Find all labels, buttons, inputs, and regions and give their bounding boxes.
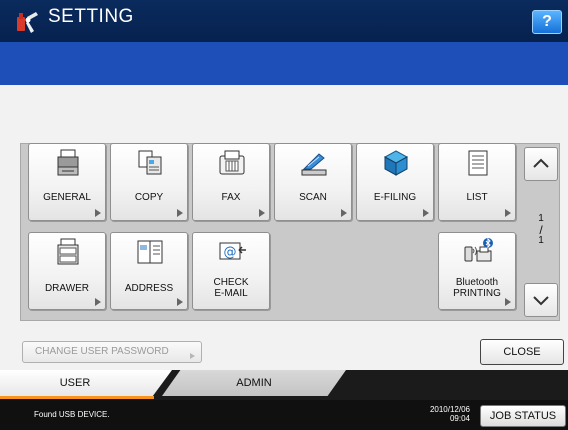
arrow-icon [423, 209, 429, 217]
chevron-down-icon [533, 296, 549, 306]
fax-button[interactable]: FAX [192, 143, 270, 221]
bluetooth-label-2: PRINTING [453, 288, 501, 299]
arrow-icon [505, 209, 511, 217]
copy-icon [138, 150, 162, 175]
close-button[interactable]: CLOSE [480, 339, 564, 365]
fax-icon [219, 150, 245, 175]
tab-admin[interactable]: ADMIN [162, 370, 346, 396]
blue-band [0, 42, 568, 85]
arrow-icon [177, 209, 183, 217]
page-title: SETTING [48, 6, 134, 27]
scan-label: SCAN [299, 192, 327, 203]
efiling-button[interactable]: E-FILING [356, 143, 434, 221]
email-icon: @ [219, 242, 246, 260]
tab-user-indicator [0, 396, 154, 399]
drawer-button[interactable]: DRAWER [28, 232, 106, 310]
arrow-icon [505, 298, 511, 306]
status-time: 09:04 [449, 414, 470, 423]
arrow-icon [190, 353, 195, 359]
chevron-up-icon [533, 158, 549, 168]
efiling-icon [383, 150, 409, 176]
arrow-icon [341, 209, 347, 217]
fax-label: FAX [221, 192, 241, 203]
check-email-label-1: CHECK [213, 277, 249, 288]
efiling-label: E-FILING [373, 192, 417, 203]
help-button[interactable]: ? [532, 10, 562, 34]
general-label: GENERAL [43, 192, 91, 203]
bluetooth-icon [464, 237, 493, 262]
tab-admin-label: ADMIN [236, 377, 272, 389]
list-icon [468, 150, 488, 176]
check-email-button[interactable]: @ CHECK E-MAIL [192, 232, 270, 310]
arrow-icon [177, 298, 183, 306]
scan-button[interactable]: SCAN [274, 143, 352, 221]
arrow-icon [259, 209, 265, 217]
general-button[interactable]: GENERAL [28, 143, 106, 221]
general-icon [57, 149, 79, 176]
check-email-label-2: E-MAIL [214, 288, 248, 299]
title-bar: SETTING ? [0, 0, 568, 42]
settings-tools-icon [17, 12, 38, 33]
list-button[interactable]: LIST [438, 143, 516, 221]
drawer-label: DRAWER [44, 283, 90, 294]
page-total: 1 [538, 235, 544, 246]
bluetooth-label-1: Bluetooth [455, 277, 499, 288]
copy-button[interactable]: COPY [110, 143, 188, 221]
tab-bar: ADMIN USER [0, 370, 568, 400]
scan-icon [301, 153, 327, 176]
page-up-button[interactable] [524, 147, 558, 181]
svg-text:@: @ [224, 245, 237, 260]
address-label: ADDRESS [124, 283, 174, 294]
copy-label: COPY [134, 192, 164, 203]
tab-user[interactable]: USER [0, 370, 172, 398]
page-down-button[interactable] [524, 283, 558, 317]
bluetooth-printing-button[interactable]: Bluetooth PRINTING [438, 232, 516, 310]
arrow-icon [95, 298, 101, 306]
address-icon [137, 240, 163, 264]
job-status-button[interactable]: JOB STATUS [480, 405, 566, 427]
change-password-label: CHANGE USER PASSWORD [35, 346, 169, 357]
tab-user-label: USER [59, 377, 91, 389]
drawer-icon [57, 238, 79, 265]
pager: 1 / 1 [522, 143, 560, 321]
status-message: Found USB DEVICE. [34, 410, 110, 419]
status-bar: Found USB DEVICE. 2010/12/06 09:04 JOB S… [0, 400, 568, 430]
arrow-icon [95, 209, 101, 217]
change-user-password-button[interactable]: CHANGE USER PASSWORD [22, 341, 202, 363]
address-button[interactable]: ADDRESS [110, 232, 188, 310]
list-label: LIST [466, 192, 488, 203]
